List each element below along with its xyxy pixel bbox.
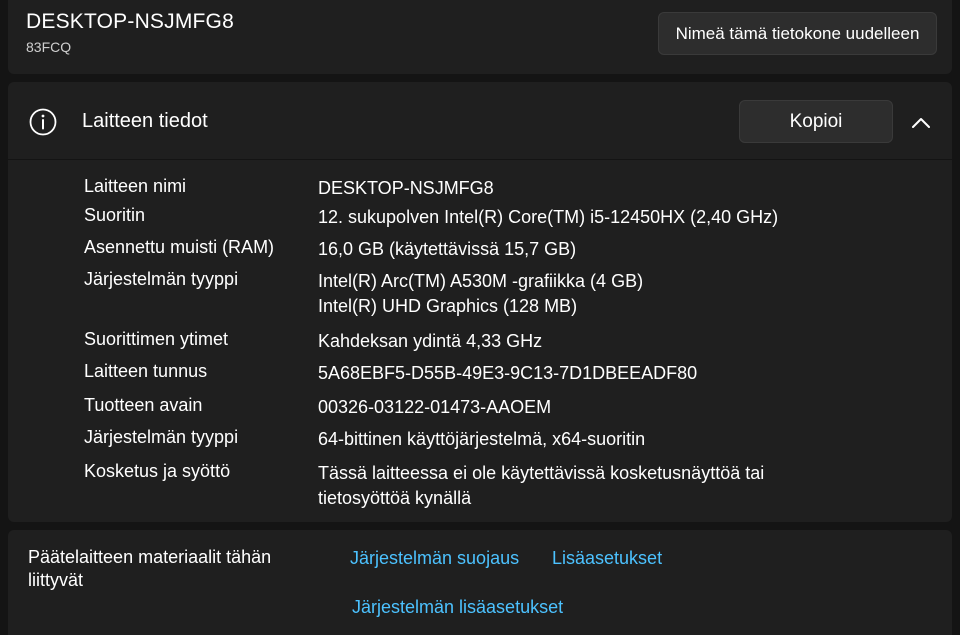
spec-value[interactable]: 16,0 GB (käytettävissä 15,7 GB) bbox=[318, 237, 878, 262]
spec-label: Järjestelmän tyyppi bbox=[84, 427, 239, 447]
spec-value[interactable]: 5A68EBF5-D55B-49E3-9C13-7D1DBEEADF80 bbox=[318, 361, 878, 386]
spec-label: Järjestelmän tyyppi bbox=[84, 269, 239, 289]
spec-value[interactable]: Intel(R) Arc(TM) A530M -grafiikka (4 GB)… bbox=[318, 269, 878, 319]
device-specifications-card: Laitteen tiedot Kopioi Laitteen nimi DES… bbox=[8, 82, 952, 522]
device-name-card: DESKTOP-NSJMFG8 83FCQ Nimeä tämä tietoko… bbox=[8, 0, 952, 74]
spec-value[interactable]: 12. sukupolven Intel(R) Core(TM) i5-1245… bbox=[318, 205, 878, 230]
device-specifications-title: Laitteen tiedot bbox=[82, 110, 208, 132]
info-icon bbox=[29, 108, 57, 136]
spec-label: Suorittimen ytimet bbox=[84, 329, 229, 349]
advanced-system-settings-link[interactable]: Järjestelmän lisäasetukset bbox=[352, 597, 563, 618]
spec-value[interactable]: DESKTOP-NSJMFG8 bbox=[318, 176, 878, 201]
spec-label: Tuotteen avain bbox=[84, 395, 203, 415]
spec-value[interactable]: Kahdeksan ydintä 4,33 GHz bbox=[318, 329, 878, 354]
system-protection-link[interactable]: Järjestelmän suojaus bbox=[350, 548, 519, 569]
spec-value[interactable]: 64-bittinen käyttöjärjestelmä, x64-suori… bbox=[318, 427, 878, 452]
related-title-line: liittyvät bbox=[28, 570, 84, 590]
rename-pc-button[interactable]: Nimeä tämä tietokone uudelleen bbox=[658, 12, 937, 55]
related-links-title: Päätelaitteen materiaalit tähän liittyvä… bbox=[28, 546, 298, 592]
related-title-line: Päätelaitteen materiaalit tähän bbox=[28, 547, 272, 567]
spec-label: Suoritin bbox=[84, 205, 146, 225]
chevron-up-icon[interactable] bbox=[906, 110, 936, 136]
spec-value-line: Tässä laitteessa ei ole käytettävissä ko… bbox=[318, 463, 765, 483]
spec-label: Kosketus ja syöttö bbox=[84, 461, 231, 481]
spec-label: Asennettu muisti (RAM) bbox=[84, 237, 275, 257]
spec-value-line: Intel(R) Arc(TM) A530M -grafiikka (4 GB) bbox=[318, 271, 644, 291]
spec-value[interactable]: Tässä laitteessa ei ole käytettävissä ko… bbox=[318, 461, 878, 511]
spec-value-line: Intel(R) UHD Graphics (128 MB) bbox=[318, 296, 578, 316]
device-specifications-header[interactable]: Laitteen tiedot Kopioi bbox=[8, 82, 952, 160]
related-links-card: Päätelaitteen materiaalit tähän liittyvä… bbox=[8, 530, 952, 635]
device-model: 83FCQ bbox=[26, 39, 72, 55]
spec-label: Laitteen nimi bbox=[84, 176, 187, 196]
spec-value-line: tietosyöttöä kynällä bbox=[318, 488, 472, 508]
spec-value[interactable]: 00326-03122-01473-AAOEM bbox=[318, 395, 878, 420]
device-name: DESKTOP-NSJMFG8 bbox=[26, 10, 234, 33]
advanced-settings-link[interactable]: Lisäasetukset bbox=[552, 548, 662, 569]
spec-label: Laitteen tunnus bbox=[84, 361, 208, 381]
copy-button[interactable]: Kopioi bbox=[739, 100, 893, 143]
